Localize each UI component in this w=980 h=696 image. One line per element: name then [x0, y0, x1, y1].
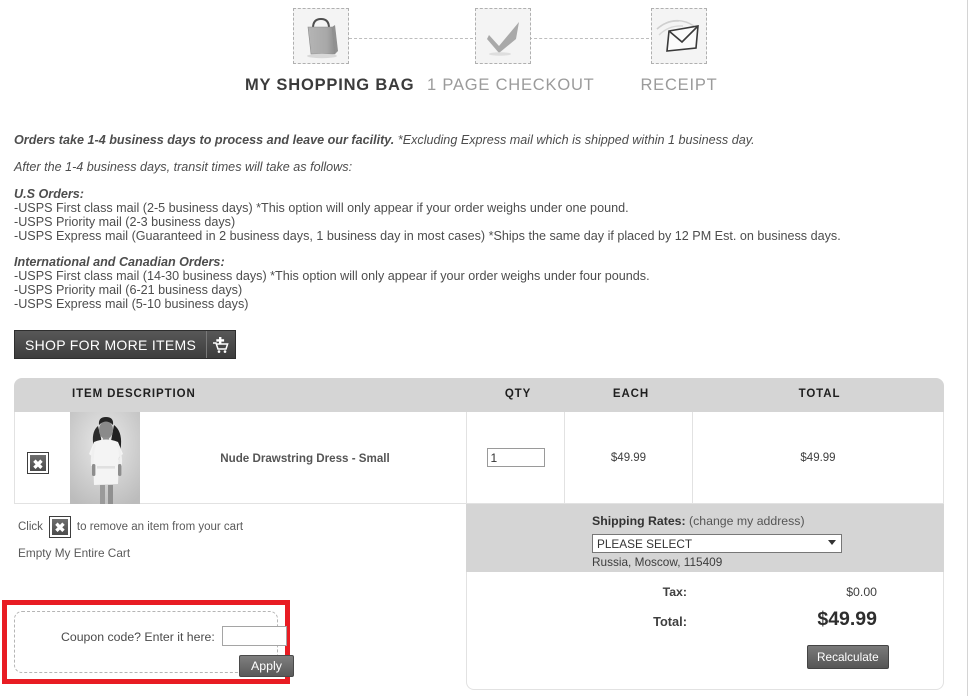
line-total-cell: $49.99: [692, 412, 944, 504]
shipping-rate-selected-value: PLEASE SELECT: [597, 536, 693, 551]
shop-for-more-items-label: SHOP FOR MORE ITEMS: [15, 331, 208, 358]
order-totals-panel: Tax: $0.00 Total: $49.99 Recalculate: [466, 572, 944, 690]
recalculate-button[interactable]: Recalculate: [807, 645, 889, 669]
step-label: RECEIPT: [640, 76, 718, 94]
each-price-cell: $49.99: [564, 412, 692, 504]
step-label: 1 PAGE CHECKOUT: [427, 76, 595, 94]
checkmark-icon: [475, 8, 531, 64]
envelope-icon: [651, 8, 707, 64]
column-header-total: TOTAL: [798, 388, 841, 400]
policy-us-line-3: -USPS Express mail (Guaranteed in 2 busi…: [14, 228, 841, 243]
shipping-policy-text: Orders take 1-4 business days to process…: [14, 133, 954, 312]
empty-cart-link[interactable]: Empty My Entire Cart: [18, 546, 130, 560]
shipping-rate-select[interactable]: PLEASE SELECT: [592, 534, 842, 553]
column-header-item-description: ITEM DESCRIPTION: [72, 388, 196, 400]
policy-line-1: Orders take 1-4 business days to process…: [14, 133, 954, 148]
total-label: Total:: [653, 614, 687, 629]
shipping-address: Russia, Moscow, 115409: [592, 555, 723, 569]
change-address-link[interactable]: (change my address): [689, 514, 805, 528]
product-thumbnail[interactable]: [70, 412, 140, 504]
page-container: MY SHOPPING BAG 1 PAGE CHECKOUT RECEIPT …: [0, 0, 968, 696]
coupon-code-input[interactable]: [222, 626, 287, 646]
shipping-rates-panel: Shipping Rates: (change my address) PLEA…: [466, 504, 944, 572]
policy-intl-line-1: -USPS First class mail (14-30 business d…: [14, 269, 650, 284]
coupon-section: Coupon code? Enter it here: Apply: [14, 611, 294, 677]
tax-value: $0.00: [846, 585, 877, 599]
quantity-input[interactable]: [486, 448, 545, 467]
shipping-rates-title: Shipping Rates: (change my address): [592, 514, 805, 528]
add-to-cart-icon: [207, 331, 235, 358]
qty-cell: [466, 412, 564, 504]
table-row: ✖ Nude Drawstring Dress - Small: [14, 412, 466, 504]
step-label: MY SHOPPING BAG: [245, 76, 415, 94]
shopping-bag-icon: [293, 8, 349, 64]
chevron-down-icon: [828, 540, 836, 545]
remove-hint-prefix: Click: [18, 521, 43, 533]
step-receipt[interactable]: RECEIPT: [603, 8, 755, 95]
remove-item-hint: Click ✖ to remove an item from your cart: [18, 517, 243, 537]
checkout-progress-steps: MY SHOPPING BAG 1 PAGE CHECKOUT RECEIPT: [0, 0, 968, 108]
step-my-shopping-bag[interactable]: MY SHOPPING BAG: [245, 8, 415, 95]
remove-hint-suffix: to remove an item from your cart: [76, 521, 244, 533]
policy-line-2: After the 1-4 business days, transit tim…: [14, 159, 353, 174]
shop-for-more-items-button[interactable]: SHOP FOR MORE ITEMS: [14, 330, 237, 359]
coupon-label: Coupon code? Enter it here:: [61, 630, 215, 644]
policy-intl-heading: International and Canadian Orders:: [14, 255, 225, 270]
policy-us-heading: U.S Orders:: [14, 186, 84, 201]
shipping-rates-label: Shipping Rates:: [592, 514, 686, 528]
column-header-qty: QTY: [504, 388, 532, 400]
total-value: $49.99: [817, 608, 877, 630]
tax-label: Tax:: [662, 585, 687, 599]
coupon-highlight-box: Coupon code? Enter it here: Apply: [2, 600, 294, 684]
policy-intl-line-2: -USPS Priority mail (6-21 business days): [14, 283, 243, 298]
column-header-each: EACH: [612, 388, 650, 400]
remove-item-button[interactable]: ✖: [28, 453, 48, 473]
policy-line-1-rest: *Excluding Express mail which is shipped…: [394, 133, 755, 147]
step-1-page-checkout[interactable]: 1 PAGE CHECKOUT: [427, 8, 595, 95]
policy-us-line-1: -USPS First class mail (2-5 business day…: [14, 200, 629, 215]
policy-us-line-2: -USPS Priority mail (2-3 business days): [14, 214, 236, 229]
remove-item-hint-icon[interactable]: ✖: [49, 517, 70, 537]
policy-line-1-bold: Orders take 1-4 business days to process…: [14, 133, 395, 147]
policy-intl-line-3: -USPS Express mail (5-10 business days): [14, 297, 249, 312]
cart-table-header: ITEM DESCRIPTION QTY EACH TOTAL: [14, 378, 944, 412]
apply-coupon-button[interactable]: Apply: [239, 655, 294, 677]
product-name[interactable]: Nude Drawstring Dress - Small: [155, 412, 455, 504]
